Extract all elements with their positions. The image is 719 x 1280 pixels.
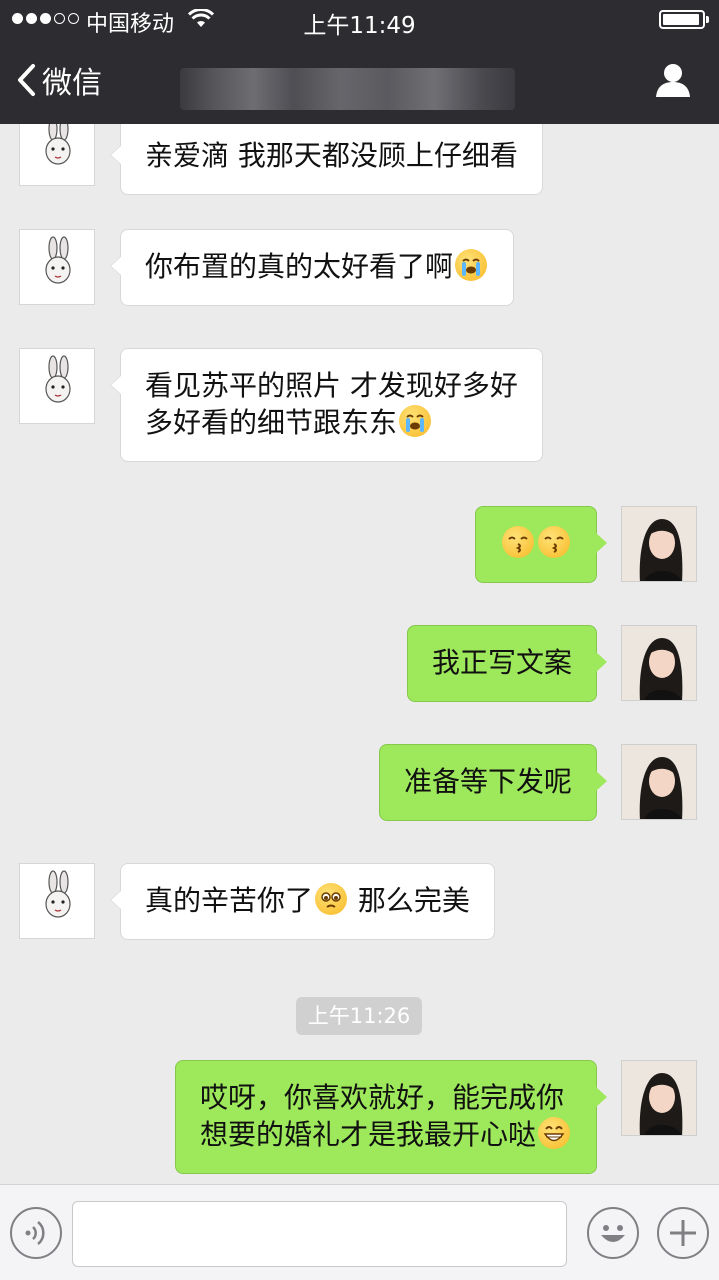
- kissing-face-icon: [538, 526, 570, 558]
- message-input[interactable]: [72, 1201, 567, 1267]
- bunny-avatar-icon: [45, 236, 71, 284]
- chat-area[interactable]: 亲爱滴 我那天都没顾上仔细看 你布置的真的太好看了啊 看见苏平的照片 才发现好多…: [0, 124, 719, 1184]
- incoming-message[interactable]: 真的辛苦你了 那么完美: [110, 863, 495, 940]
- voice-icon: [25, 1221, 45, 1245]
- outgoing-message[interactable]: [475, 506, 607, 583]
- battery-icon: [659, 10, 709, 29]
- bunny-avatar-icon: [45, 124, 71, 165]
- contact-avatar[interactable]: [19, 124, 95, 186]
- outgoing-message[interactable]: 准备等下发呢: [378, 744, 608, 821]
- loudly-crying-face-icon: [455, 249, 488, 281]
- smiley-icon: [601, 1225, 625, 1242]
- back-label: 微信: [42, 66, 102, 101]
- voice-button[interactable]: [10, 1207, 62, 1259]
- contact-avatar[interactable]: [19, 863, 95, 939]
- user-avatar[interactable]: [621, 506, 697, 582]
- outgoing-message[interactable]: 我正写文案: [406, 625, 608, 702]
- status-time: 上午11:49: [303, 13, 416, 39]
- emoji-button[interactable]: [587, 1207, 639, 1259]
- person-icon[interactable]: [655, 62, 691, 98]
- incoming-message[interactable]: 看见苏平的照片 才发现好多好 多好看的细节跟东东: [110, 348, 543, 462]
- incoming-message[interactable]: 亲爱滴 我那天都没顾上仔细看: [110, 124, 543, 195]
- incoming-message[interactable]: 你布置的真的太好看了啊: [109, 229, 515, 306]
- woman-avatar-icon: [622, 507, 696, 581]
- woman-avatar-icon: [622, 626, 696, 700]
- loudly-crying-face-icon: [399, 405, 432, 437]
- pleading-face-icon: [315, 883, 348, 915]
- kissing-face-icon: [502, 526, 534, 558]
- timestamp-label: 上午11:26: [296, 997, 422, 1035]
- user-avatar[interactable]: [621, 625, 697, 701]
- chat-title-blurred: [180, 68, 515, 110]
- plus-icon: [670, 1220, 696, 1246]
- status-bar: 中国移动 上午11:49: [0, 0, 719, 40]
- outgoing-message[interactable]: 哎呀，你喜欢就好，能完成你 想要的婚礼才是我最开心哒: [174, 1060, 608, 1174]
- woman-avatar-icon: [622, 745, 696, 819]
- chevron-left-icon: [18, 64, 35, 96]
- back-button[interactable]: 微信: [16, 58, 102, 102]
- user-avatar[interactable]: [621, 744, 697, 820]
- bunny-avatar-icon: [45, 870, 71, 918]
- top-bar: 中国移动 上午11:49 微信: [0, 0, 719, 124]
- contact-avatar[interactable]: [19, 229, 95, 305]
- contact-avatar[interactable]: [19, 348, 95, 424]
- user-avatar[interactable]: [621, 1060, 697, 1136]
- plus-button[interactable]: [657, 1207, 709, 1259]
- grinning-face-icon: [538, 1117, 570, 1149]
- input-bar: [0, 1184, 719, 1280]
- woman-avatar-icon: [622, 1061, 696, 1135]
- bunny-avatar-icon: [45, 355, 71, 403]
